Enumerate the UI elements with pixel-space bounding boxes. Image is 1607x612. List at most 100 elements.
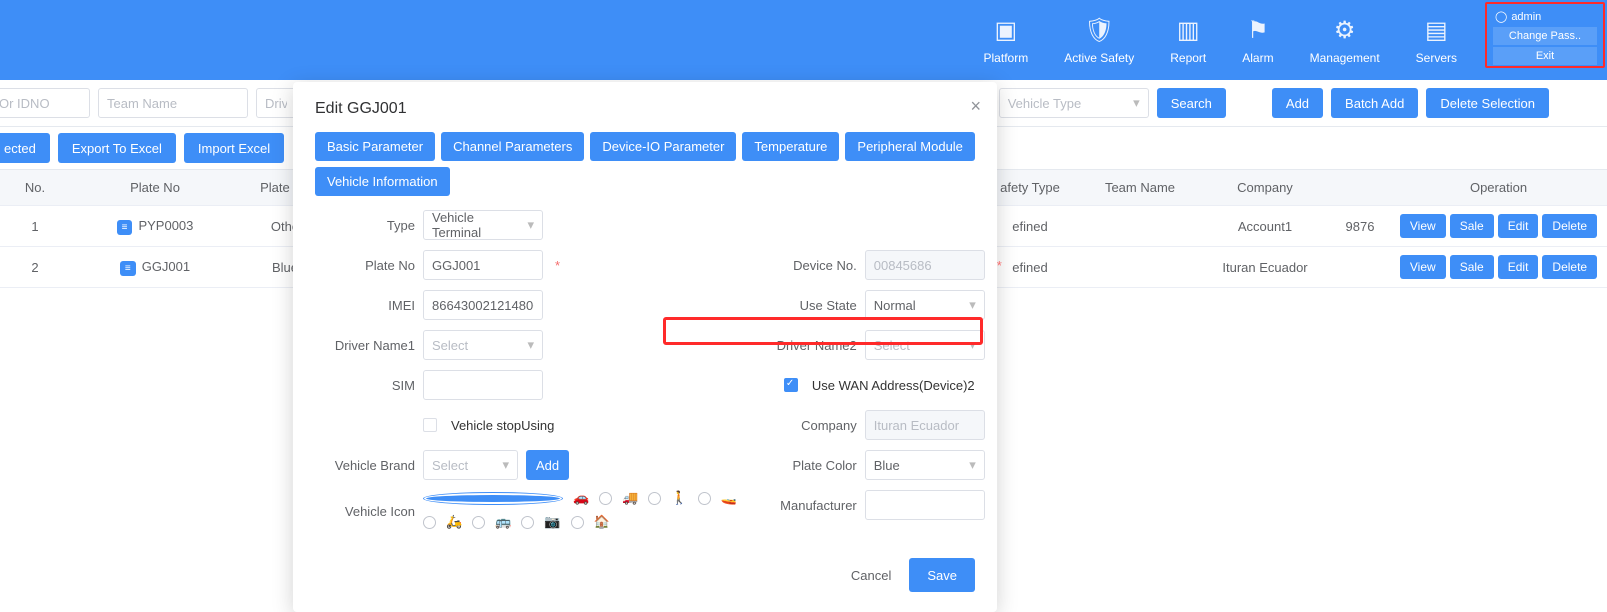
tab-temperature[interactable]: Temperature: [742, 132, 839, 161]
type-select[interactable]: Vehicle Terminal: [423, 210, 543, 240]
col-extra: [1330, 170, 1390, 206]
driver1-select[interactable]: Select: [423, 330, 543, 360]
wan-label: Use WAN Address(Device)2: [812, 378, 975, 393]
exit-button[interactable]: Exit: [1493, 47, 1597, 65]
nav-active-safety[interactable]: 🛡Active Safety: [1046, 0, 1152, 80]
nav-alarm[interactable]: ⚑Alarm: [1224, 0, 1291, 80]
search-button[interactable]: Search: [1157, 88, 1226, 118]
cell-extra: 9876: [1330, 206, 1390, 247]
user-panel: ◯admin Change Pass.. Exit: [1485, 2, 1605, 68]
manufacturer-input[interactable]: [865, 490, 985, 520]
company-input: [865, 410, 985, 440]
type-label: Type: [315, 218, 415, 233]
device-no-label: Device No.: [757, 258, 857, 273]
truck-icon: 🚚: [622, 490, 638, 506]
company-label: Company: [757, 418, 857, 433]
import-excel-button[interactable]: Import Excel: [184, 133, 284, 163]
modal-form: Type Vehicle Terminal Plate No * Device …: [315, 210, 975, 530]
nav-platform[interactable]: ▣Platform: [966, 0, 1047, 80]
driver1-label: Driver Name1: [315, 338, 415, 353]
tab-channel-parameters[interactable]: Channel Parameters: [441, 132, 584, 161]
vehicle-icon-label: Vehicle Icon: [315, 504, 415, 519]
nav-management[interactable]: ⚙Management: [1292, 0, 1398, 80]
vicon-radio-bus[interactable]: [472, 516, 485, 529]
nav-servers[interactable]: ▤Servers: [1398, 0, 1475, 80]
view-button[interactable]: View: [1400, 214, 1446, 238]
export-excel-button[interactable]: Export To Excel: [58, 133, 176, 163]
gear-icon: ⚙: [1334, 16, 1356, 45]
nav-bar: ▣Platform 🛡Active Safety ▥Report ⚑Alarm …: [966, 0, 1483, 80]
vicon-radio-boat[interactable]: [698, 492, 711, 505]
manufacturer-label: Manufacturer: [757, 498, 857, 513]
tab-basic-parameter[interactable]: Basic Parameter: [315, 132, 435, 161]
vehicle-type-select[interactable]: Vehicle Type: [999, 88, 1149, 118]
use-state-label: Use State: [757, 298, 857, 313]
alarm-icon: ⚑: [1247, 16, 1269, 45]
camera-icon: 📷: [544, 514, 560, 530]
change-password-button[interactable]: Change Pass..: [1493, 27, 1597, 45]
modal-footer: Cancel Save: [315, 558, 975, 592]
cell-no: 2: [0, 247, 70, 288]
sale-button[interactable]: Sale: [1450, 214, 1494, 238]
delete-button[interactable]: Delete: [1542, 255, 1597, 279]
vicon-radio-moto[interactable]: [423, 516, 436, 529]
save-button[interactable]: Save: [909, 558, 975, 592]
bus-icon: 🚌: [495, 514, 511, 530]
nav-report[interactable]: ▥Report: [1152, 0, 1224, 80]
sale-button[interactable]: Sale: [1450, 255, 1494, 279]
server-icon: ▤: [1425, 16, 1448, 45]
idno-input[interactable]: [0, 88, 90, 118]
stop-using-checkbox[interactable]: [423, 418, 437, 432]
view-button[interactable]: View: [1400, 255, 1446, 279]
cube-icon: ▣: [995, 16, 1018, 45]
modal-title: Edit GGJ001: [315, 100, 975, 118]
edit-button[interactable]: Edit: [1498, 214, 1539, 238]
required-mark: *: [997, 258, 1002, 273]
plate-color-select[interactable]: Blue: [865, 450, 985, 480]
vicon-radio-car[interactable]: [423, 492, 563, 505]
close-icon[interactable]: ×: [970, 96, 981, 117]
use-state-select[interactable]: Normal: [865, 290, 985, 320]
selected-button[interactable]: ected: [0, 133, 50, 163]
imei-input[interactable]: [423, 290, 543, 320]
delete-selection-button[interactable]: Delete Selection: [1426, 88, 1549, 118]
driver-input[interactable]: [256, 88, 296, 118]
motorcycle-icon: 🛵: [446, 514, 462, 530]
plate-no-label: Plate No: [315, 258, 415, 273]
delete-button[interactable]: Delete: [1542, 214, 1597, 238]
plate-no-input[interactable]: [423, 250, 543, 280]
house-icon: 🏠: [594, 514, 610, 530]
required-mark: *: [555, 258, 560, 273]
vicon-radio-person[interactable]: [648, 492, 661, 505]
cancel-button[interactable]: Cancel: [851, 568, 891, 583]
driver2-select[interactable]: Select: [865, 330, 985, 360]
modal-tabs: Basic Parameter Channel Parameters Devic…: [315, 132, 975, 196]
wan-checkbox[interactable]: [784, 378, 798, 392]
col-no: No.: [0, 170, 70, 206]
add-button[interactable]: Add: [1272, 88, 1323, 118]
col-company: Company: [1200, 170, 1330, 206]
boat-icon: 🚤: [721, 490, 737, 506]
vicon-radio-camera[interactable]: [521, 516, 534, 529]
team-input[interactable]: [98, 88, 248, 118]
brand-add-button[interactable]: Add: [526, 450, 569, 480]
cell-extra: [1330, 247, 1390, 288]
tab-peripheral[interactable]: Peripheral Module: [845, 132, 975, 161]
cell-team: [1080, 247, 1200, 288]
driver2-label: Driver Name2: [757, 338, 857, 353]
brand-select[interactable]: Select: [423, 450, 518, 480]
batch-add-button[interactable]: Batch Add: [1331, 88, 1418, 118]
vicon-radio-house[interactable]: [571, 516, 584, 529]
cell-no: 1: [0, 206, 70, 247]
sim-input[interactable]: [423, 370, 543, 400]
col-operation: Operation: [1390, 170, 1607, 206]
tab-device-io[interactable]: Device-IO Parameter: [590, 132, 736, 161]
vehicle-icon-group: 🚗 🚚 🚶 🚤 🛵 🚌 📷 🏠: [423, 490, 737, 530]
edit-button[interactable]: Edit: [1498, 255, 1539, 279]
cell-team: [1080, 206, 1200, 247]
user-name-row[interactable]: ◯admin: [1493, 8, 1597, 25]
col-team: Team Name: [1080, 170, 1200, 206]
tab-vehicle-info[interactable]: Vehicle Information: [315, 167, 450, 196]
brand-label: Vehicle Brand: [315, 458, 415, 473]
vicon-radio-truck[interactable]: [599, 492, 612, 505]
